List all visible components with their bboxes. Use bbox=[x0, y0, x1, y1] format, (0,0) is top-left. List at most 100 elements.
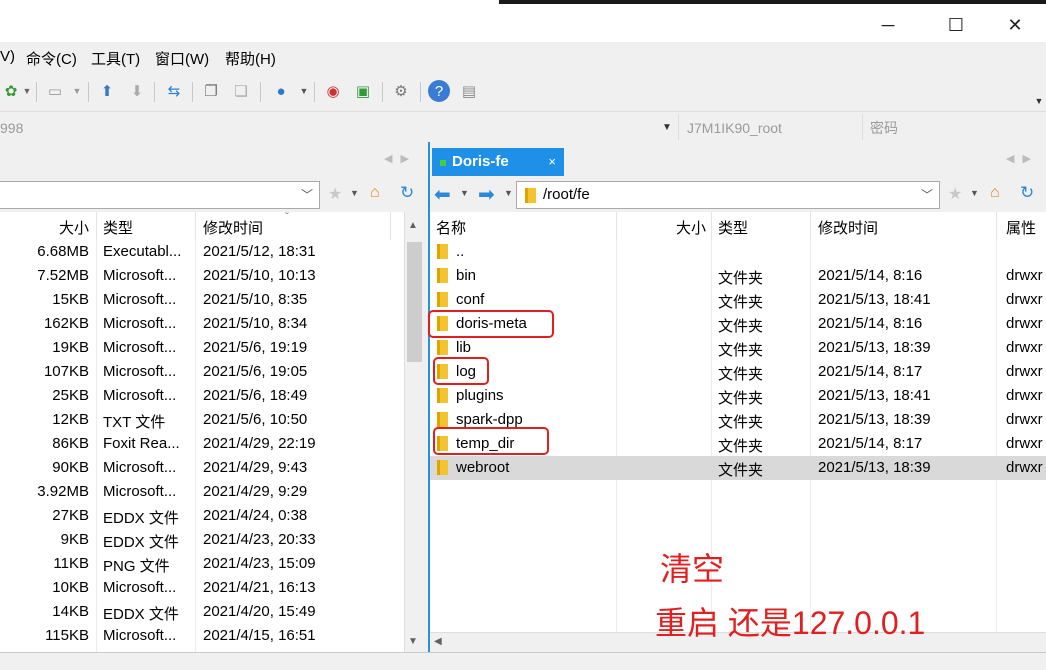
menu-window[interactable]: 窗口(W) bbox=[155, 48, 209, 69]
table-row[interactable]: 11KB PNG 文件 2021/4/23, 15:09 bbox=[0, 552, 404, 576]
back-arrow-icon[interactable]: ⬅ bbox=[434, 182, 451, 207]
home-folder-icon[interactable]: ⌂ bbox=[990, 184, 1000, 202]
minimize-button[interactable]: ─ bbox=[865, 8, 911, 42]
terminal-icon[interactable]: ◉ bbox=[322, 80, 344, 102]
chevron-down-icon[interactable]: ▼ bbox=[66, 80, 88, 102]
table-row[interactable]: 115KB Microsoft... 2021/4/15, 16:51 bbox=[0, 624, 404, 648]
download-icon[interactable]: ⬇ bbox=[126, 80, 148, 102]
cell-size: 115KB bbox=[45, 627, 89, 644]
paste-icon[interactable]: ❏ bbox=[230, 80, 252, 102]
table-row[interactable]: 15KB Microsoft... 2021/5/10, 8:35 bbox=[0, 288, 404, 312]
table-row[interactable]: 14KB EDDX 文件 2021/4/20, 15:49 bbox=[0, 600, 404, 624]
table-row[interactable]: conf 文件夹 2021/5/13, 18:41 drwxr bbox=[430, 288, 1046, 312]
table-row[interactable]: 9KB EDDX 文件 2021/4/23, 20:33 bbox=[0, 528, 404, 552]
bookmark-star-icon[interactable]: ★ bbox=[328, 184, 342, 204]
table-row[interactable]: 107KB Microsoft... 2021/5/6, 19:05 bbox=[0, 360, 404, 384]
help-icon[interactable]: ? bbox=[428, 80, 450, 102]
annotation-box-temp-dir bbox=[433, 427, 549, 455]
table-row[interactable]: 6.68MB Executabl... 2021/5/12, 18:31 bbox=[0, 240, 404, 264]
cell-size: 10KB bbox=[52, 579, 89, 596]
refresh-icon[interactable]: ↻ bbox=[400, 183, 414, 203]
chevron-down-icon[interactable]: ▼ bbox=[504, 188, 513, 198]
tab-doris-fe[interactable]: Doris-fe × bbox=[432, 148, 564, 176]
username-field[interactable]: J7M1IK90_root bbox=[687, 116, 782, 140]
chat-icon[interactable]: ▤ bbox=[458, 80, 480, 102]
refresh-icon[interactable]: ↻ bbox=[1020, 183, 1034, 203]
chevron-down-icon[interactable]: ▼ bbox=[970, 188, 979, 198]
chevron-down-icon[interactable]: ▼ bbox=[293, 80, 315, 102]
host-dropdown-icon[interactable]: ▼ bbox=[662, 116, 672, 140]
scroll-thumb[interactable] bbox=[407, 242, 422, 362]
table-row[interactable]: 90KB Microsoft... 2021/4/29, 9:43 bbox=[0, 456, 404, 480]
table-row[interactable]: 86KB Foxit Rea... 2021/4/29, 22:19 bbox=[0, 432, 404, 456]
home-folder-icon[interactable]: ⌂ bbox=[370, 184, 380, 202]
table-row[interactable]: 25KB Microsoft... 2021/5/6, 18:49 bbox=[0, 384, 404, 408]
column-mtime[interactable]: 修改时间 bbox=[818, 217, 878, 238]
column-name[interactable]: 名称 bbox=[436, 217, 466, 238]
menu-view[interactable]: V) bbox=[0, 48, 15, 65]
folder-icon bbox=[437, 292, 448, 307]
cell-attr: drwxr bbox=[1006, 387, 1043, 404]
sync-icon[interactable]: ⇆ bbox=[163, 80, 185, 102]
copy-icon[interactable]: ❐ bbox=[200, 80, 222, 102]
cell-type: Executabl... bbox=[103, 243, 182, 260]
table-row[interactable]: plugins 文件夹 2021/5/13, 18:41 drwxr bbox=[430, 384, 1046, 408]
tab-nav-arrows[interactable]: ◀▶ bbox=[1006, 152, 1039, 165]
table-row[interactable]: lib 文件夹 2021/5/13, 18:39 drwxr bbox=[430, 336, 1046, 360]
folder-icon bbox=[437, 388, 448, 403]
tab-nav-arrows[interactable]: ◀▶ bbox=[384, 152, 417, 165]
table-row[interactable]: 3.92MB Microsoft... 2021/4/29, 9:29 bbox=[0, 480, 404, 504]
menu-help[interactable]: 帮助(H) bbox=[225, 48, 276, 69]
column-attr[interactable]: 属性 bbox=[1006, 217, 1036, 238]
play-icon[interactable]: ▭ bbox=[44, 80, 66, 102]
table-row[interactable]: .. bbox=[430, 240, 1046, 264]
menu-command[interactable]: 命令(C) bbox=[26, 48, 77, 69]
upload-icon[interactable]: ⬆ bbox=[96, 80, 118, 102]
scroll-left-icon[interactable]: ◀ bbox=[434, 636, 442, 647]
annotation-text-clear: 清空 bbox=[660, 551, 725, 587]
chevron-down-icon[interactable]: ▼ bbox=[16, 80, 38, 102]
close-button[interactable]: ✕ bbox=[992, 8, 1038, 42]
chevron-down-icon[interactable]: ﹀ bbox=[301, 186, 313, 203]
host-field[interactable]: 998 bbox=[0, 116, 23, 140]
cell-mtime: 2021/5/13, 18:39 bbox=[818, 411, 931, 428]
forward-arrow-icon[interactable]: ➡ bbox=[478, 182, 495, 207]
table-row[interactable]: bin 文件夹 2021/5/14, 8:16 drwxr bbox=[430, 264, 1046, 288]
left-vertical-scrollbar[interactable]: ▲ ▼ bbox=[404, 212, 423, 652]
cell-mtime: 2021/4/15, 16:51 bbox=[203, 627, 316, 644]
chevron-down-icon[interactable]: ﹀ bbox=[921, 186, 933, 203]
tab-close-icon[interactable]: × bbox=[548, 154, 556, 169]
menu-tools[interactable]: 工具(T) bbox=[91, 48, 140, 69]
maximize-button[interactable]: ☐ bbox=[933, 8, 979, 42]
table-row[interactable]: log 文件夹 2021/5/14, 8:17 drwxr bbox=[430, 360, 1046, 384]
table-row[interactable]: webroot 文件夹 2021/5/13, 18:39 drwxr bbox=[430, 456, 1046, 480]
putty-icon[interactable]: ▣ bbox=[352, 80, 374, 102]
settings-icon[interactable]: ⚙ bbox=[390, 80, 412, 102]
cell-type: 文件夹 bbox=[718, 390, 764, 407]
left-path-input[interactable]: ﹀ bbox=[0, 181, 320, 209]
toolbar-overflow-icon[interactable]: ▼ bbox=[1028, 90, 1046, 112]
bookmark-star-icon[interactable]: ★ bbox=[948, 184, 962, 204]
globe-icon[interactable]: ● bbox=[270, 80, 292, 102]
column-type[interactable]: 类型 bbox=[718, 217, 748, 238]
table-row[interactable]: 10KB Microsoft... 2021/4/21, 16:13 bbox=[0, 576, 404, 600]
column-type[interactable]: 类型 bbox=[103, 217, 133, 238]
chevron-down-icon[interactable]: ▼ bbox=[350, 188, 359, 198]
password-field[interactable]: 密码 bbox=[870, 116, 898, 140]
table-row[interactable]: 27KB EDDX 文件 2021/4/24, 0:38 bbox=[0, 504, 404, 528]
cell-type: 文件夹 bbox=[718, 318, 764, 335]
column-mtime[interactable]: 修改时间 bbox=[203, 217, 263, 238]
cell-size: 14KB bbox=[52, 603, 89, 620]
scroll-down-icon[interactable]: ▼ bbox=[408, 636, 418, 647]
table-row[interactable]: 7.52MB Microsoft... 2021/5/10, 10:13 bbox=[0, 264, 404, 288]
cell-name: .. bbox=[456, 243, 465, 260]
chevron-down-icon[interactable]: ▼ bbox=[460, 188, 469, 198]
cell-attr: drwxr bbox=[1006, 411, 1043, 428]
scroll-up-icon[interactable]: ▲ bbox=[408, 220, 418, 231]
table-row[interactable]: 12KB TXT 文件 2021/5/6, 10:50 bbox=[0, 408, 404, 432]
table-row[interactable]: 19KB Microsoft... 2021/5/6, 19:19 bbox=[0, 336, 404, 360]
column-size[interactable]: 大小 bbox=[620, 217, 706, 238]
table-row[interactable]: 162KB Microsoft... 2021/5/10, 8:34 bbox=[0, 312, 404, 336]
right-path-input[interactable]: /root/fe ﹀ bbox=[516, 181, 940, 209]
column-size[interactable]: 大小 bbox=[0, 217, 89, 238]
